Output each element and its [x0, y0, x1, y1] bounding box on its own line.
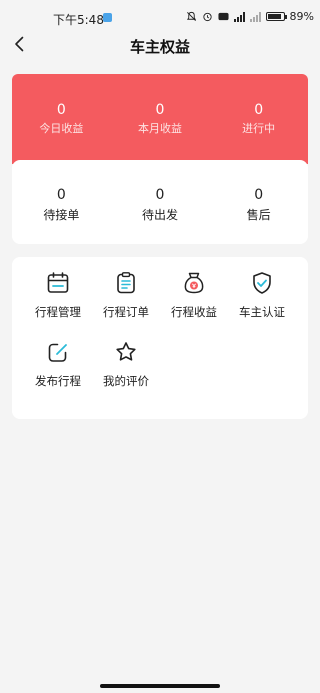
- signal-5g-icon: [233, 11, 245, 22]
- order-pending-depart[interactable]: 0 待出发: [111, 160, 210, 244]
- order-pending-accept[interactable]: 0 待接单: [12, 160, 111, 244]
- signal-secondary-icon: [249, 11, 261, 22]
- status-time: 下午5:48: [53, 13, 104, 27]
- order-after-sales-value: 0: [254, 187, 264, 203]
- clipboard-icon: [117, 272, 135, 294]
- hd-icon: [218, 12, 229, 21]
- earnings-month-label: 本月收益: [138, 122, 182, 135]
- navigation-bar: 车主权益: [0, 28, 320, 62]
- order-after-sales-label: 售后: [246, 208, 271, 222]
- home-indicator[interactable]: [100, 684, 220, 688]
- feature-menu-card: 行程管理 行程订单 行程收益 车主认证 发布行程 我的评价: [12, 257, 308, 419]
- earnings-month-value: 0: [155, 102, 165, 118]
- menu-item-owner-verification[interactable]: 车主认证: [225, 271, 299, 320]
- edit-icon: [48, 343, 67, 362]
- order-pending-accept-label: 待接单: [43, 208, 80, 222]
- mute-bell-icon: [186, 11, 196, 21]
- calendar-icon: [47, 272, 69, 293]
- menu-item-my-reviews[interactable]: 我的评价: [89, 340, 163, 389]
- menu-item-publish-trip[interactable]: 发布行程: [21, 340, 95, 389]
- menu-item-trip-management[interactable]: 行程管理: [21, 271, 95, 320]
- earnings-card: 0 今日收益 0 本月收益 0 进行中: [12, 74, 308, 164]
- status-icons: 89%: [186, 10, 314, 23]
- notification-app-icon: [103, 13, 112, 22]
- earnings-month: 0 本月收益: [111, 74, 210, 164]
- menu-item-trip-orders[interactable]: 行程订单: [89, 271, 163, 320]
- menu-item-label: 行程订单: [103, 305, 149, 319]
- alarm-clock-icon: [202, 12, 212, 22]
- order-pending-accept-value: 0: [56, 187, 66, 203]
- battery-icon: [265, 12, 287, 21]
- earnings-in-progress-value: 0: [254, 102, 264, 118]
- earnings-in-progress: 0 进行中: [209, 74, 308, 164]
- page-title: 车主权益: [129, 38, 190, 56]
- money-bag-icon: [184, 272, 204, 294]
- menu-item-trip-earnings[interactable]: 行程收益: [157, 271, 231, 320]
- earnings-today: 0 今日收益: [12, 74, 111, 164]
- menu-item-label: 我的评价: [103, 374, 149, 388]
- order-pending-depart-label: 待出发: [142, 208, 179, 222]
- order-after-sales[interactable]: 0 售后: [209, 160, 308, 244]
- earnings-in-progress-label: 进行中: [242, 122, 276, 135]
- star-icon: [116, 342, 136, 361]
- menu-item-label: 行程管理: [35, 305, 81, 319]
- menu-item-label: 行程收益: [171, 305, 217, 319]
- menu-item-label: 发布行程: [35, 374, 81, 388]
- shield-check-icon: [253, 272, 271, 294]
- menu-item-label: 车主认证: [239, 305, 285, 319]
- earnings-today-label: 今日收益: [39, 122, 84, 135]
- order-pending-depart-value: 0: [155, 187, 165, 203]
- earnings-today-value: 0: [56, 102, 66, 118]
- order-status-card: 0 待接单 0 待出发 0 售后: [12, 160, 308, 244]
- battery-percent: 89%: [289, 10, 314, 23]
